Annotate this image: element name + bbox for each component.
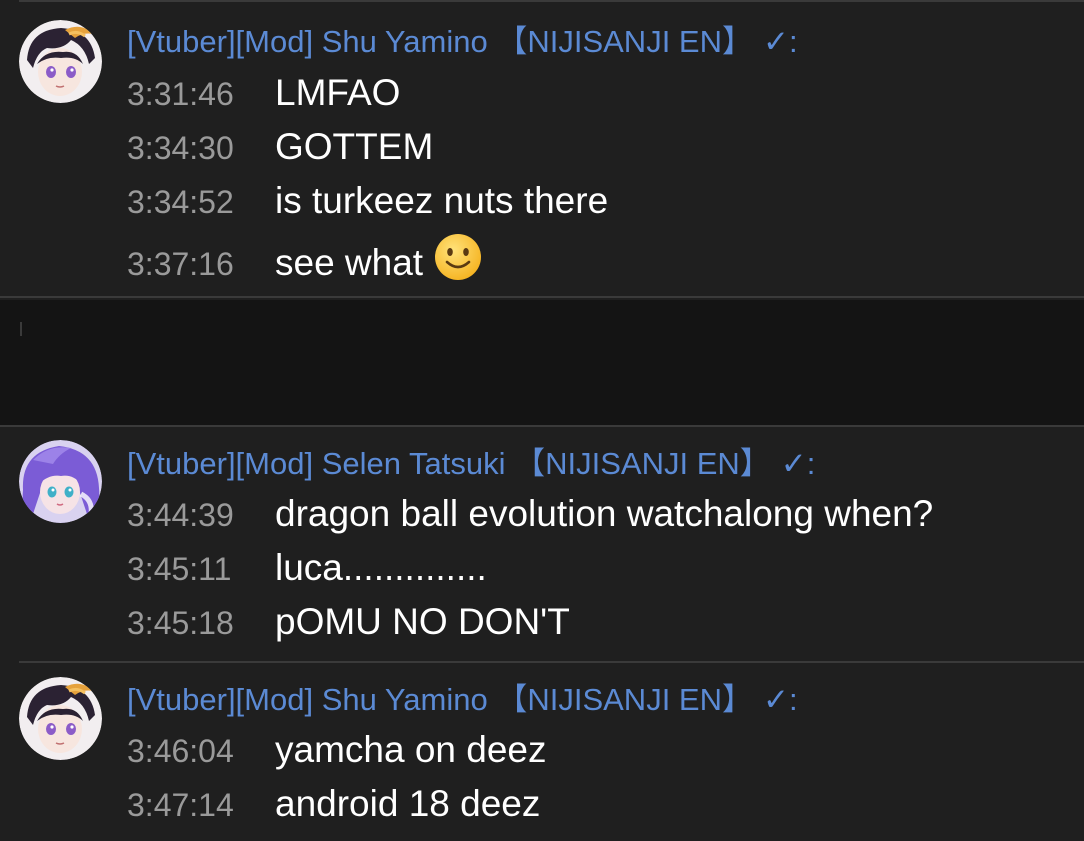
verified-check-icon: ✓: xyxy=(762,24,798,59)
message-timestamp: 3:34:52 xyxy=(127,184,234,220)
divider xyxy=(19,661,1084,663)
author-name-text: [Vtuber][Mod] Shu Yamino 【NIJISANJI EN】 xyxy=(127,682,753,717)
chat-message: 3:34:30 GOTTEM xyxy=(127,125,433,177)
divider xyxy=(0,425,1084,427)
divider xyxy=(0,296,1084,298)
author-name-text: [Vtuber][Mod] Selen Tatsuki 【NIJISANJI E… xyxy=(127,446,771,481)
chat-log: [Vtuber][Mod] Shu Yamino 【NIJISANJI EN】 ✓… xyxy=(0,0,1084,841)
selen-tatsuki-avatar[interactable] xyxy=(19,440,102,523)
message-text: LMFAO xyxy=(275,72,401,113)
message-timestamp: 3:46:04 xyxy=(127,733,234,769)
divider xyxy=(20,322,22,336)
author-name[interactable]: [Vtuber][Mod] Shu Yamino 【NIJISANJI EN】 ✓… xyxy=(127,680,798,720)
message-timestamp: 3:31:46 xyxy=(127,76,234,112)
chat-message: 3:34:52 is turkeez nuts there xyxy=(127,179,608,231)
shu-yamino-avatar[interactable] xyxy=(19,677,102,760)
message-timestamp: 3:45:11 xyxy=(127,551,232,587)
message-timestamp: 3:34:30 xyxy=(127,130,234,166)
chat-message: 3:47:14 android 18 deez xyxy=(127,782,540,834)
verified-check-icon: ✓: xyxy=(780,446,816,481)
chat-message: 3:45:18 pOMU NO DON'T xyxy=(127,600,570,652)
divider xyxy=(19,0,1084,2)
message-text: GOTTEM xyxy=(275,126,434,167)
author-name[interactable]: [Vtuber][Mod] Shu Yamino 【NIJISANJI EN】 ✓… xyxy=(127,22,798,62)
chat-message: 3:44:39 dragon ball evolution watchalong … xyxy=(127,492,933,544)
message-timestamp: 3:45:18 xyxy=(127,605,234,641)
verified-check-icon: ✓: xyxy=(762,682,798,717)
chat-message: 3:31:46 LMFAO xyxy=(127,71,400,123)
message-timestamp: 3:47:14 xyxy=(127,787,234,823)
slightly-smiling-face-icon xyxy=(434,233,482,299)
shu-yamino-avatar[interactable] xyxy=(19,20,102,103)
message-text: see what xyxy=(275,242,424,283)
message-timestamp: 3:44:39 xyxy=(127,497,234,533)
message-text: is turkeez nuts there xyxy=(275,180,609,221)
message-text: luca.............. xyxy=(275,547,487,588)
author-name-text: [Vtuber][Mod] Shu Yamino 【NIJISANJI EN】 xyxy=(127,24,753,59)
message-text: android 18 deez xyxy=(275,783,541,824)
chat-message: 3:46:04 yamcha on deez xyxy=(127,728,547,780)
message-text: yamcha on deez xyxy=(275,729,547,770)
message-timestamp: 3:37:16 xyxy=(127,246,234,282)
collapsed-region xyxy=(0,300,1084,425)
author-name[interactable]: [Vtuber][Mod] Selen Tatsuki 【NIJISANJI E… xyxy=(127,444,815,484)
message-text: dragon ball evolution watchalong when? xyxy=(275,493,934,534)
chat-message: 3:45:11 luca.............. xyxy=(127,546,487,598)
message-text: pOMU NO DON'T xyxy=(275,601,570,642)
chat-message: 3:37:16 see what xyxy=(127,233,482,299)
